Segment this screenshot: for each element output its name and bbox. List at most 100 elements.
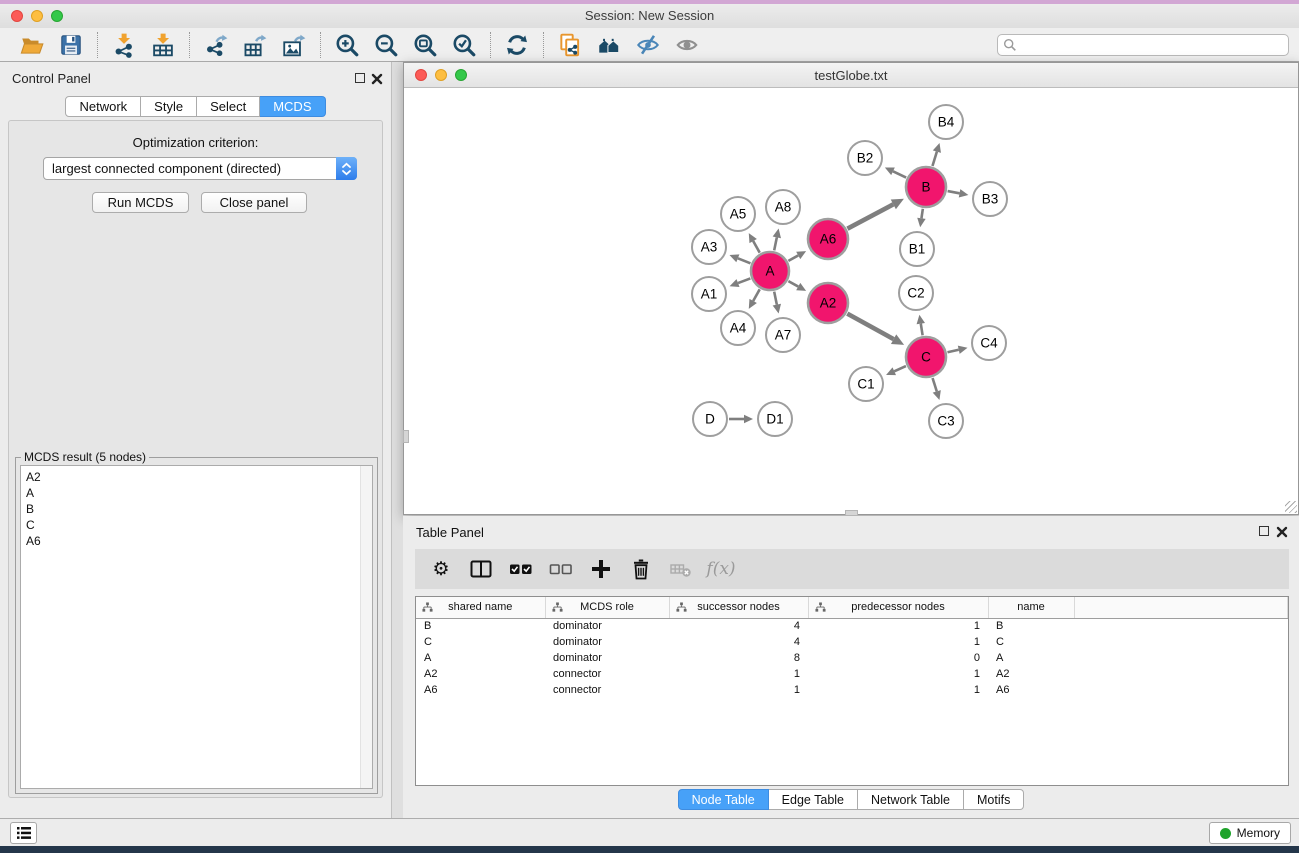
- import-table-icon[interactable]: [148, 30, 178, 60]
- graph-node-A6[interactable]: A6: [808, 219, 848, 259]
- network-minimize-button[interactable]: [435, 69, 447, 81]
- close-panel-button[interactable]: Close panel: [201, 192, 307, 213]
- search-input[interactable]: [997, 34, 1289, 56]
- graph-node-A2[interactable]: A2: [808, 283, 848, 323]
- graph-edge-A-A2[interactable]: [788, 281, 798, 286]
- table-row[interactable]: A2connector 11 A2: [416, 666, 1288, 682]
- column-header-mcds-role[interactable]: MCDS role: [545, 597, 669, 618]
- graph-edge-A-A1[interactable]: [738, 278, 750, 283]
- graph-node-A5[interactable]: A5: [721, 197, 755, 231]
- zoom-out-icon[interactable]: [371, 30, 401, 60]
- tab-mcds[interactable]: MCDS: [260, 96, 325, 117]
- add-column-icon[interactable]: [588, 556, 614, 582]
- graph-edge-B-B3[interactable]: [948, 191, 960, 193]
- split-view-icon[interactable]: [468, 556, 494, 582]
- zoom-fit-icon[interactable]: [410, 30, 440, 60]
- delete-column-icon[interactable]: [628, 556, 654, 582]
- graph-edge-A-A6[interactable]: [788, 255, 798, 260]
- graph-edge-A-A5[interactable]: [753, 241, 760, 253]
- column-header-predecessor-nodes[interactable]: predecessor nodes: [808, 597, 988, 618]
- graph-node-B[interactable]: B: [906, 167, 946, 207]
- graph-node-C1[interactable]: C1: [849, 367, 883, 401]
- graph-edge-A-A4[interactable]: [753, 289, 760, 301]
- graph-edge-B-B2[interactable]: [893, 171, 906, 177]
- column-header-successor-nodes[interactable]: successor nodes: [669, 597, 808, 618]
- import-network-icon[interactable]: [109, 30, 139, 60]
- refresh-icon[interactable]: [502, 30, 532, 60]
- graph-node-D1[interactable]: D1: [758, 402, 792, 436]
- save-session-icon[interactable]: [56, 30, 86, 60]
- resize-grip-icon[interactable]: [1285, 501, 1297, 513]
- network-maximize-button[interactable]: [455, 69, 467, 81]
- deselect-all-columns-icon[interactable]: [548, 556, 574, 582]
- tab-motifs[interactable]: Motifs: [964, 789, 1024, 810]
- graph-edge-B-B4[interactable]: [932, 152, 936, 166]
- network-window-titlebar[interactable]: testGlobe.txt: [404, 63, 1298, 88]
- select-all-columns-icon[interactable]: [508, 556, 534, 582]
- maximize-window-button[interactable]: [51, 10, 63, 22]
- graph-node-C[interactable]: C: [906, 337, 946, 377]
- graph-node-A[interactable]: A: [751, 252, 789, 290]
- graph-node-B1[interactable]: B1: [900, 232, 934, 266]
- graph-edge-B-B1[interactable]: [921, 209, 922, 219]
- vertical-scroll-thumb[interactable]: [403, 430, 409, 443]
- tab-node-table[interactable]: Node Table: [678, 789, 769, 810]
- graph-node-B4[interactable]: B4: [929, 105, 963, 139]
- graph-node-D[interactable]: D: [693, 402, 727, 436]
- run-mcds-button[interactable]: Run MCDS: [92, 192, 189, 213]
- export-image-icon[interactable]: [279, 30, 309, 60]
- table-settings-icon[interactable]: ⚙: [428, 556, 454, 582]
- graph-node-C4[interactable]: C4: [972, 326, 1006, 360]
- graph-edge-A6-B[interactable]: [847, 204, 893, 228]
- graph-edge-A-A7[interactable]: [774, 292, 777, 305]
- column-header-shared-name[interactable]: shared name: [416, 597, 545, 618]
- close-window-button[interactable]: [11, 10, 23, 22]
- tab-style[interactable]: Style: [141, 96, 197, 117]
- network-close-button[interactable]: [415, 69, 427, 81]
- graph-edge-C-C3[interactable]: [933, 378, 937, 391]
- graph-node-A1[interactable]: A1: [692, 277, 726, 311]
- graph-node-C2[interactable]: C2: [899, 276, 933, 310]
- result-list-item[interactable]: B: [26, 501, 367, 517]
- graph-node-A3[interactable]: A3: [692, 230, 726, 264]
- graph-node-A4[interactable]: A4: [721, 311, 755, 345]
- export-table-icon[interactable]: [240, 30, 270, 60]
- result-list-item[interactable]: A6: [26, 533, 367, 549]
- zoom-in-icon[interactable]: [332, 30, 362, 60]
- export-network-icon[interactable]: [201, 30, 231, 60]
- graph-node-C3[interactable]: C3: [929, 404, 963, 438]
- network-canvas[interactable]: A A1 A2 A3 A4 A5 A6 A7 A8 B B1 B2 B3 B4 C C1 C2 C3 C4 D D1: [404, 89, 1298, 514]
- close-panel-icon[interactable]: [371, 72, 383, 84]
- table-row[interactable]: Cdominator 41 C: [416, 634, 1288, 650]
- table-row[interactable]: A6connector 11 A6: [416, 682, 1288, 698]
- graph-edge-A-A8[interactable]: [774, 237, 777, 250]
- graph-edge-C-C4[interactable]: [947, 350, 958, 353]
- tab-select[interactable]: Select: [197, 96, 260, 117]
- tab-edge-table[interactable]: Edge Table: [769, 789, 858, 810]
- result-list-scrollbar[interactable]: [360, 466, 372, 788]
- tab-network-table[interactable]: Network Table: [858, 789, 964, 810]
- graph-node-A7[interactable]: A7: [766, 318, 800, 352]
- result-list-item[interactable]: A: [26, 485, 367, 501]
- graph-edge-C-C1[interactable]: [894, 366, 906, 371]
- table-row[interactable]: Adominator 80 A: [416, 650, 1288, 666]
- float-table-panel-icon[interactable]: [1259, 526, 1269, 536]
- graph-edge-A-A3[interactable]: [738, 258, 751, 263]
- minimize-window-button[interactable]: [31, 10, 43, 22]
- home-icon[interactable]: [594, 30, 624, 60]
- close-table-panel-icon[interactable]: [1276, 525, 1288, 537]
- open-session-icon[interactable]: [17, 30, 47, 60]
- graph-node-A8[interactable]: A8: [766, 190, 800, 224]
- clone-network-icon[interactable]: [555, 30, 585, 60]
- result-list-item[interactable]: C: [26, 517, 367, 533]
- table-row[interactable]: Bdominator 41 B: [416, 618, 1288, 634]
- graph-edge-A2-C[interactable]: [847, 314, 893, 340]
- graph-edge-C-C2[interactable]: [921, 324, 923, 336]
- column-header-name[interactable]: name: [988, 597, 1074, 618]
- optimization-criterion-dropdown[interactable]: largest connected component (directed): [43, 157, 357, 180]
- memory-button[interactable]: Memory: [1209, 822, 1291, 844]
- network-graph[interactable]: A A1 A2 A3 A4 A5 A6 A7 A8 B B1 B2 B3 B4 C C1 C2 C3 C4 D D1: [404, 89, 1298, 515]
- graph-node-B2[interactable]: B2: [848, 141, 882, 175]
- float-panel-icon[interactable]: [355, 73, 365, 83]
- graph-node-B3[interactable]: B3: [973, 182, 1007, 216]
